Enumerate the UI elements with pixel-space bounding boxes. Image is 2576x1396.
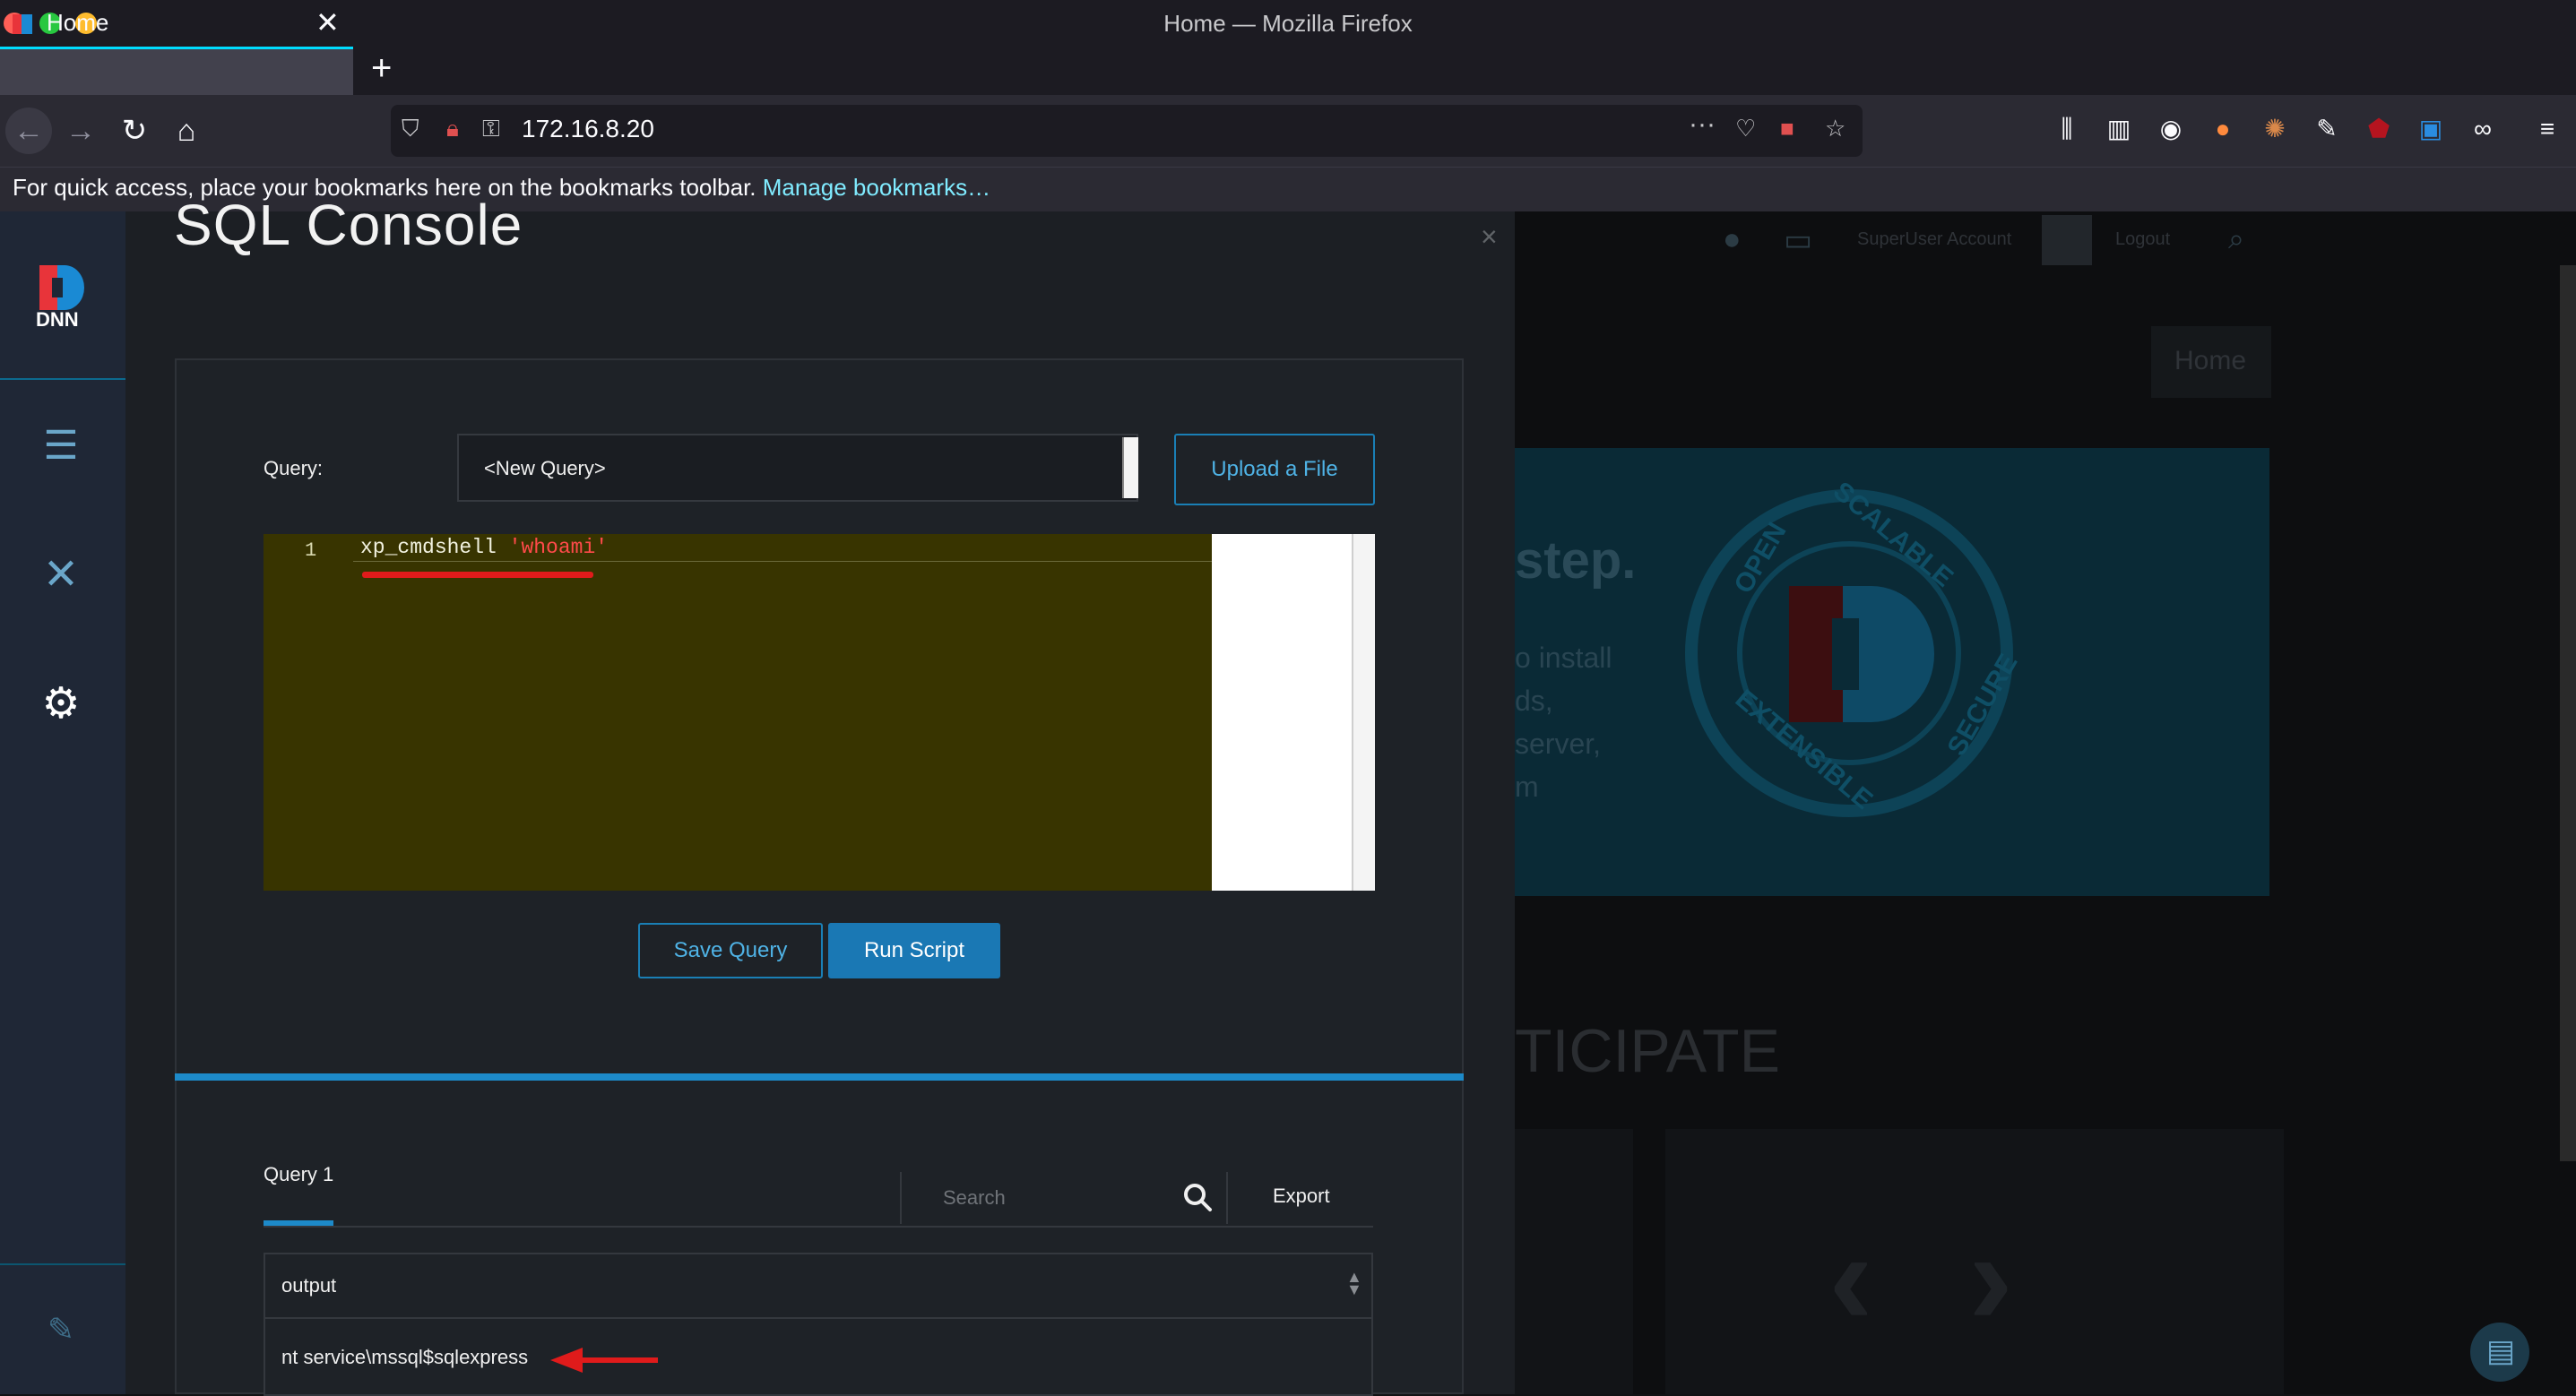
dnn-favicon-icon: [13, 14, 32, 34]
back-icon[interactable]: ←: [5, 108, 52, 154]
persona-bar-toggle-button[interactable]: ▤: [2470, 1323, 2529, 1382]
reload-icon[interactable]: ↻: [111, 108, 158, 154]
dnn-seal-mark-icon: [1789, 586, 1934, 722]
execution-progress-bar: [175, 1073, 1464, 1081]
line-number: 1: [305, 539, 317, 562]
tab-query-1[interactable]: Query 1: [264, 1163, 333, 1186]
site-card: [1515, 1129, 1633, 1394]
account-icon[interactable]: ◉: [2153, 111, 2189, 147]
edit-pencil-icon[interactable]: ✎: [36, 1305, 86, 1355]
tab-home[interactable]: [0, 47, 353, 95]
upload-file-button[interactable]: Upload a File: [1174, 434, 1375, 505]
site-hero-line: m: [1515, 771, 1539, 803]
results-table: [264, 1253, 1373, 1396]
editor-minimap: [1212, 534, 1373, 891]
addon-proxy-icon[interactable]: ✎: [2309, 111, 2345, 147]
site-nav-home-label: Home: [2174, 346, 2247, 375]
site-search-icon: ⌕: [2228, 222, 2244, 254]
code-string: 'whoami': [508, 536, 609, 559]
page-title: SQL Console: [174, 193, 523, 257]
code-keyword: xp_cmdshell: [360, 536, 497, 559]
manage-bookmarks-link[interactable]: Manage bookmarks…: [763, 174, 990, 201]
export-button[interactable]: Export: [1273, 1185, 1330, 1208]
site-nav-home: Home: [2151, 326, 2271, 398]
notifications-icon: ●: [1723, 222, 1742, 256]
run-script-button[interactable]: Run Script: [828, 923, 1000, 978]
extension-icon[interactable]: ■: [1780, 115, 1794, 142]
query-select-value[interactable]: <New Query>: [484, 457, 606, 480]
site-section-heading: TICIPATE: [1515, 1017, 1780, 1085]
new-tab-button[interactable]: +: [371, 48, 392, 89]
close-panel-icon[interactable]: ×: [1481, 220, 1498, 254]
results-tab-rule: [264, 1226, 1373, 1228]
site-hero-line: server,: [1515, 728, 1602, 760]
toolbar-separator: [900, 1172, 902, 1224]
sidebar-separator: [0, 378, 125, 380]
ublock-icon[interactable]: ⬟: [2361, 111, 2397, 147]
addon-fox-icon[interactable]: ●: [2205, 111, 2241, 147]
insecure-lock-icon[interactable]: 🔒︎: [446, 115, 459, 143]
sort-icon[interactable]: ▲ ▼: [1346, 1269, 1362, 1297]
addon-cookie-icon[interactable]: ✺: [2257, 111, 2293, 147]
site-hero-heading: step.: [1515, 531, 1637, 590]
site-hero-line: ds,: [1515, 685, 1553, 717]
table-cell-output: nt service\mssql$sqlexpress: [281, 1346, 529, 1368]
addon-s-icon[interactable]: ▣: [2413, 111, 2449, 147]
site-logout: Logout: [2115, 229, 2171, 249]
home-icon[interactable]: ⌂: [163, 108, 210, 154]
site-hero-line: o install: [1515, 642, 1612, 674]
shield-icon[interactable]: ⛉: [402, 115, 419, 143]
sql-editor[interactable]: [264, 534, 1212, 891]
carousel-prev-icon: ‹: [1828, 1202, 1873, 1353]
carousel-next-icon: ›: [1968, 1202, 2013, 1353]
select-dropdown-handle[interactable]: [1122, 437, 1138, 498]
settings-gear-icon[interactable]: ⚙: [36, 679, 86, 729]
table-header-rule: [264, 1317, 1373, 1319]
toolbar-separator: [1226, 1172, 1228, 1224]
results-search-input[interactable]: Search: [943, 1186, 1006, 1210]
library-icon[interactable]: ⫼: [2049, 111, 2085, 147]
messages-icon: ▭: [1784, 223, 1813, 257]
dnn-logo-text: DNN: [36, 308, 79, 331]
sidebar-toggle-icon[interactable]: ▥: [2101, 111, 2137, 147]
key-icon[interactable]: ⚿: [482, 115, 500, 143]
column-header-output[interactable]: output: [281, 1274, 336, 1297]
page-actions-icon[interactable]: ···: [1689, 109, 1716, 140]
editor-scrollbar[interactable]: [1352, 534, 1375, 891]
active-line-rule: [353, 561, 1212, 562]
save-query-button[interactable]: Save Query: [638, 923, 823, 978]
search-icon[interactable]: [1181, 1181, 1214, 1213]
menu-icon[interactable]: ≡: [2529, 111, 2565, 147]
query-label: Query:: [264, 457, 324, 479]
forward-icon[interactable]: →: [57, 108, 104, 154]
tab-close-icon[interactable]: ✕: [316, 5, 340, 39]
page-scrollbar[interactable]: [2560, 265, 2576, 1161]
tab-title: Home: [47, 9, 109, 36]
persona-sidebar: [0, 211, 125, 1394]
pocket-icon[interactable]: ♡: [1735, 115, 1756, 142]
red-underline-annotation: [362, 572, 593, 578]
red-arrow-annotation: [550, 1348, 658, 1373]
url-text[interactable]: 172.16.8.20: [522, 115, 654, 143]
code-line[interactable]: xp_cmdshell 'whoami': [360, 536, 608, 559]
addon-glasses-icon[interactable]: ∞: [2465, 111, 2501, 147]
sidebar-separator: [0, 1263, 125, 1265]
bookmark-star-icon[interactable]: ☆: [1825, 115, 1846, 142]
site-avatar: [2042, 215, 2092, 265]
manage-tools-icon[interactable]: ✕: [36, 550, 86, 600]
content-icon[interactable]: ☰: [36, 421, 86, 471]
site-user-account: SuperUser Account: [1857, 229, 2012, 249]
window-title: Home — Mozilla Firefox: [1163, 10, 1413, 37]
clipboard-icon: ▤: [2486, 1334, 2516, 1368]
